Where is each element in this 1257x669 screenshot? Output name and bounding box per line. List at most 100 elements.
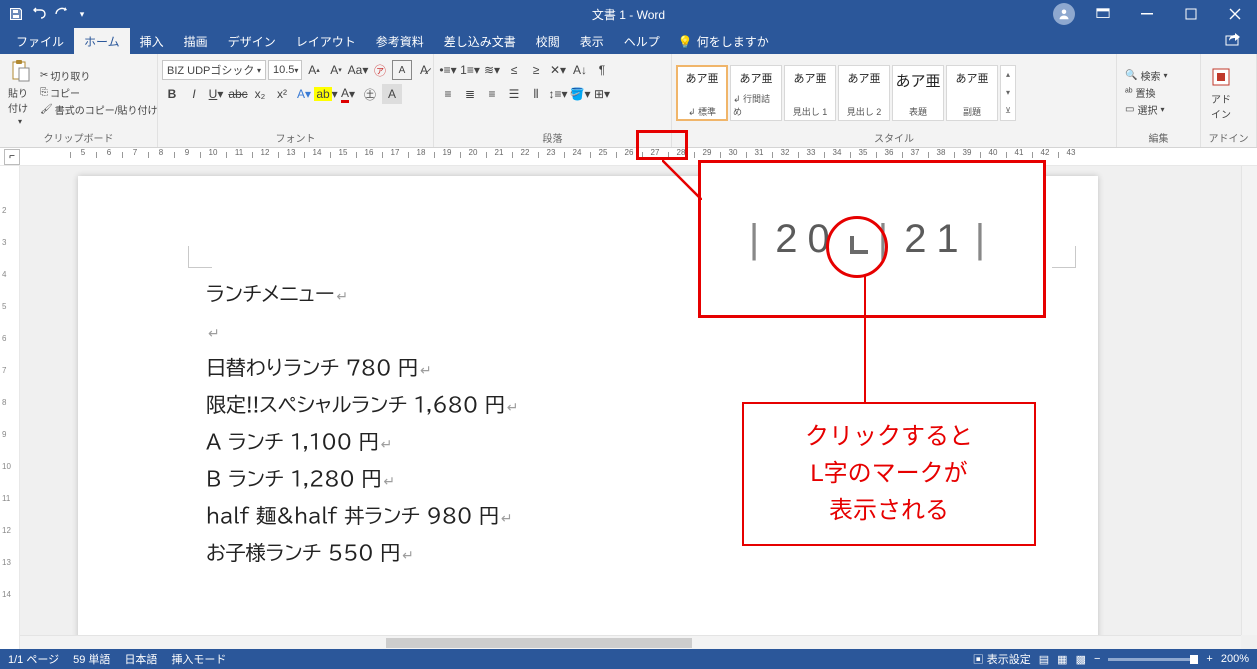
font-color-button[interactable]: A▾ <box>338 84 358 104</box>
user-avatar[interactable] <box>1053 3 1075 25</box>
text-effects-button[interactable]: A▾ <box>294 84 314 104</box>
status-word-count[interactable]: 59 単語 <box>73 651 110 667</box>
cut-button[interactable]: ✂切り取り <box>40 68 157 83</box>
undo-icon[interactable] <box>30 6 46 22</box>
zoom-out-button[interactable]: − <box>1094 653 1100 665</box>
asian-layout-button[interactable]: ✕▾ <box>548 60 568 80</box>
bullets-button[interactable]: •≡▾ <box>438 60 458 80</box>
show-marks-button[interactable]: ¶ <box>592 60 612 80</box>
ribbon-display-icon[interactable] <box>1081 0 1125 28</box>
shrink-font-button[interactable]: A▾ <box>326 60 346 80</box>
align-right-button[interactable]: ≡ <box>482 84 502 104</box>
view-read-mode-icon[interactable]: ▦ <box>1057 653 1067 666</box>
style-item[interactable]: あア亜↲ 標準 <box>676 65 728 121</box>
numbering-button[interactable]: 1≡▾ <box>460 60 480 80</box>
tab-layout[interactable]: レイアウト <box>286 28 366 54</box>
italic-button[interactable]: I <box>184 84 204 104</box>
tab-selector[interactable]: ⌐ <box>4 149 20 165</box>
view-print-layout-icon[interactable]: ▤ <box>1039 653 1049 666</box>
superscript-button[interactable]: x² <box>272 84 292 104</box>
status-insert-mode[interactable]: 挿入モード <box>171 651 226 667</box>
styles-more-button[interactable]: ▴▾⊻ <box>1000 65 1016 121</box>
change-case-button[interactable]: Aa▾ <box>348 60 368 80</box>
clear-format-button[interactable]: A̷ <box>414 60 434 80</box>
align-center-button[interactable]: ≣ <box>460 84 480 104</box>
style-item[interactable]: あア亜見出し 2 <box>838 65 890 121</box>
justify-button[interactable]: ☰ <box>504 84 524 104</box>
align-left-button[interactable]: ≡ <box>438 84 458 104</box>
addins-button[interactable]: アド イン <box>1205 63 1237 123</box>
document-line[interactable]: B ランチ 1,280 円↵ <box>206 461 518 498</box>
tab-review[interactable]: 校閲 <box>526 28 570 54</box>
distribute-button[interactable]: ⫴ <box>526 84 546 104</box>
vertical-ruler[interactable]: 234567891011121314 <box>0 166 20 649</box>
save-icon[interactable] <box>8 6 24 22</box>
tab-mailings[interactable]: 差し込み文書 <box>434 28 526 54</box>
style-item[interactable]: あア亜↲ 行間詰め <box>730 65 782 121</box>
document-line[interactable]: 限定!!スペシャルランチ 1,680 円↵ <box>206 387 518 424</box>
bold-button[interactable]: B <box>162 84 182 104</box>
char-shading-button[interactable]: A <box>382 84 402 104</box>
document-line[interactable]: お子様ランチ 550 円↵ <box>206 535 518 572</box>
shading-button[interactable]: 🪣▾ <box>570 84 590 104</box>
zoom-level[interactable]: 200% <box>1221 653 1249 665</box>
highlight-button[interactable]: ab▾ <box>316 84 336 104</box>
decrease-indent-button[interactable]: ≤ <box>504 60 524 80</box>
underline-button[interactable]: U▾ <box>206 84 226 104</box>
zoom-in-button[interactable]: + <box>1206 653 1212 665</box>
sort-button[interactable]: A↓ <box>570 60 590 80</box>
font-name-combo[interactable]: BIZ UDPゴシック▾ <box>162 60 266 80</box>
tab-draw[interactable]: 描画 <box>174 28 218 54</box>
view-web-layout-icon[interactable]: ▩ <box>1076 653 1086 666</box>
format-painter-button[interactable]: 🖌書式のコピー/貼り付け <box>40 102 157 117</box>
subscript-button[interactable]: x₂ <box>250 84 270 104</box>
select-button[interactable]: ▭選択▾ <box>1125 102 1167 117</box>
strikethrough-button[interactable]: abc <box>228 84 248 104</box>
tab-references[interactable]: 参考資料 <box>366 28 434 54</box>
tab-file[interactable]: ファイル <box>6 28 74 54</box>
document-body[interactable]: ランチメニュー↵↵日替わりランチ 780 円↵限定!!スペシャルランチ 1,68… <box>206 276 518 572</box>
replace-button[interactable]: ᵃᵇ置換 <box>1125 85 1167 100</box>
document-line[interactable]: A ランチ 1,100 円↵ <box>206 424 518 461</box>
display-settings-button[interactable]: ▣ 表示設定 <box>973 651 1031 667</box>
char-border-button[interactable]: A <box>392 60 412 80</box>
zoom-slider[interactable] <box>1108 658 1198 661</box>
find-button[interactable]: 🔍検索▾ <box>1125 68 1167 83</box>
vertical-scrollbar[interactable] <box>1241 166 1257 635</box>
phonetic-guide-button[interactable]: ㋐ <box>370 60 390 80</box>
font-size-combo[interactable]: 10.5▾ <box>268 60 302 80</box>
redo-icon[interactable] <box>52 6 68 22</box>
line-spacing-button[interactable]: ↕≡▾ <box>548 84 568 104</box>
style-item[interactable]: あア亜副題 <box>946 65 998 121</box>
style-item[interactable]: あア亜表題 <box>892 65 944 121</box>
document-line[interactable]: ↵ <box>206 313 518 350</box>
tab-design[interactable]: デザイン <box>218 28 286 54</box>
qat-more-icon[interactable]: ▾ <box>74 6 90 22</box>
close-button[interactable] <box>1213 0 1257 28</box>
enclose-char-button[interactable]: ㊏ <box>360 84 380 104</box>
share-icon[interactable] <box>1215 29 1251 54</box>
tab-home[interactable]: ホーム <box>74 28 130 54</box>
styles-gallery[interactable]: あア亜↲ 標準あア亜↲ 行間詰めあア亜見出し 1あア亜見出し 2あア亜表題あア亜… <box>676 65 1016 121</box>
tab-insert[interactable]: 挿入 <box>130 28 174 54</box>
increase-indent-button[interactable]: ≥ <box>526 60 546 80</box>
copy-button[interactable]: ⎘コピー <box>40 85 157 100</box>
tell-me-search[interactable]: 💡 何をしますか <box>670 29 777 54</box>
paste-button[interactable]: 貼り付け ▾ <box>4 57 36 128</box>
document-line[interactable]: half 麺&half 丼ランチ 980 円↵ <box>206 498 518 535</box>
brush-icon: 🖌 <box>40 104 53 115</box>
maximize-button[interactable] <box>1169 0 1213 28</box>
grow-font-button[interactable]: A▴ <box>304 60 324 80</box>
document-line[interactable]: 日替わりランチ 780 円↵ <box>206 350 518 387</box>
tab-help[interactable]: ヘルプ <box>614 28 670 54</box>
style-item[interactable]: あア亜見出し 1 <box>784 65 836 121</box>
horizontal-ruler[interactable]: ⌐ 56789101112131415161718192021222324252… <box>0 148 1257 166</box>
status-language[interactable]: 日本語 <box>124 651 157 667</box>
tab-view[interactable]: 表示 <box>570 28 614 54</box>
status-page[interactable]: 1/1 ページ <box>8 651 59 667</box>
multilevel-button[interactable]: ≋▾ <box>482 60 502 80</box>
horizontal-scrollbar[interactable] <box>20 635 1241 649</box>
document-line[interactable]: ランチメニュー↵ <box>206 276 518 313</box>
borders-button[interactable]: ⊞▾ <box>592 84 612 104</box>
minimize-button[interactable] <box>1125 0 1169 28</box>
